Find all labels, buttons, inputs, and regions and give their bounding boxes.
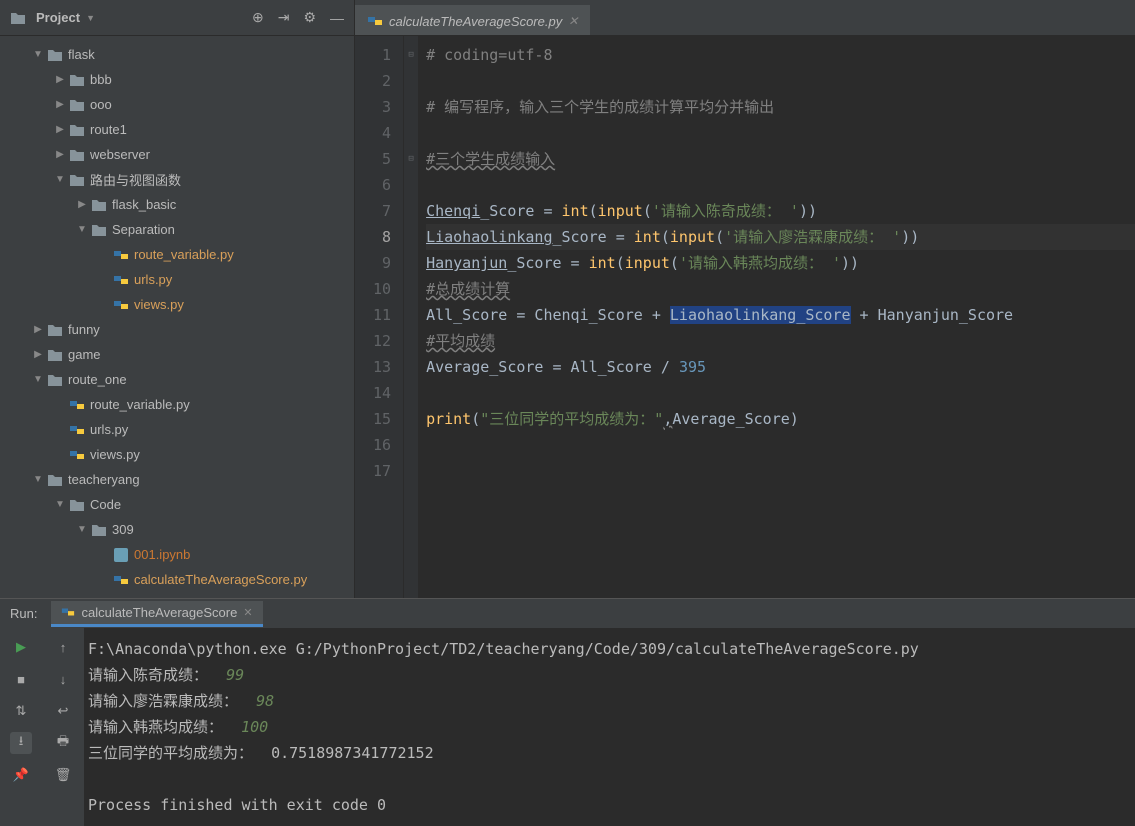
tree-folder[interactable]: ▼teacheryang: [0, 467, 354, 492]
editor-tabbar: calculateTheAverageScore.py ✕: [355, 0, 1135, 36]
minimize-icon[interactable]: —: [330, 10, 344, 26]
tree-folder[interactable]: ▶bbb: [0, 67, 354, 92]
run-tab[interactable]: calculateTheAverageScore ✕: [51, 601, 262, 627]
tree-folder[interactable]: ▶route1: [0, 117, 354, 142]
run-label: Run:: [10, 606, 37, 621]
print-icon[interactable]: 🖶: [52, 732, 74, 754]
tree-file[interactable]: urls.py: [0, 267, 354, 292]
tree-folder[interactable]: ▼Code: [0, 492, 354, 517]
layout-icon[interactable]: ⇅: [10, 700, 32, 722]
tree-file[interactable]: views.py: [0, 292, 354, 317]
python-icon: [367, 13, 383, 29]
locate-icon[interactable]: ⊕: [252, 9, 264, 26]
down-icon[interactable]: ↓: [52, 668, 74, 690]
tree-folder[interactable]: ▶flask_basic: [0, 192, 354, 217]
tree-folder[interactable]: ▼Separation: [0, 217, 354, 242]
python-icon: [61, 605, 75, 619]
trash-icon[interactable]: 🗑: [52, 764, 74, 786]
fold-column: ⊟⊟: [404, 36, 418, 598]
code-body[interactable]: # coding=utf-8 # 编写程序，输入三个学生的成绩计算平均分并输出 …: [418, 36, 1135, 598]
run-tab-label: calculateTheAverageScore: [81, 605, 237, 620]
tree-file[interactable]: views.py: [0, 442, 354, 467]
tree-file[interactable]: calculateTheAverageScore.py: [0, 567, 354, 592]
gear-icon[interactable]: ⚙: [303, 9, 316, 26]
console-output[interactable]: F:\Anaconda\python.exe G:/PythonProject/…: [84, 628, 1135, 826]
wrap-icon[interactable]: ↩: [52, 700, 74, 722]
close-icon[interactable]: ✕: [243, 606, 252, 619]
tree-file[interactable]: 001.ipynb: [0, 542, 354, 567]
expand-icon[interactable]: ⇥: [278, 9, 290, 26]
project-label[interactable]: Project: [36, 10, 80, 25]
gutter: 1234567891011121314151617: [355, 36, 404, 598]
run-panel: Run: calculateTheAverageScore ✕ ▶ ■ ⇅ ⭳ …: [0, 598, 1135, 826]
project-header: Project ▼ ⊕ ⇥ ⚙ —: [0, 0, 354, 36]
project-tree[interactable]: ▼flask ▶bbb ▶ooo ▶route1 ▶webserver ▼路由与…: [0, 36, 354, 598]
up-icon[interactable]: ↑: [52, 636, 74, 658]
tree-folder[interactable]: ▶funny: [0, 317, 354, 342]
tree-folder[interactable]: ▼flask: [0, 42, 354, 67]
chevron-down-icon[interactable]: ▼: [86, 13, 95, 23]
code-editor[interactable]: 1234567891011121314151617 ⊟⊟ # coding=ut…: [355, 36, 1135, 598]
tree-folder[interactable]: ▼路由与视图函数: [0, 167, 354, 192]
close-icon[interactable]: ✕: [568, 14, 578, 28]
pin-icon[interactable]: 📌: [10, 764, 32, 786]
rerun-icon[interactable]: ▶: [10, 636, 32, 658]
tree-file[interactable]: route_variable.py: [0, 392, 354, 417]
tree-folder[interactable]: ▶game: [0, 342, 354, 367]
tree-folder[interactable]: ▶ooo: [0, 92, 354, 117]
tree-file[interactable]: urls.py: [0, 417, 354, 442]
tab-label: calculateTheAverageScore.py: [389, 14, 562, 29]
tree-file[interactable]: route_variable.py: [0, 242, 354, 267]
tree-folder[interactable]: ▼309: [0, 517, 354, 542]
run-toolbar-left: ▶ ■ ⇅ ⭳ 📌: [0, 628, 42, 826]
project-icon: [10, 11, 26, 25]
editor-tab[interactable]: calculateTheAverageScore.py ✕: [355, 5, 590, 35]
tree-folder[interactable]: ▶webserver: [0, 142, 354, 167]
run-header: Run: calculateTheAverageScore ✕: [0, 599, 1135, 628]
tree-folder[interactable]: ▼route_one: [0, 367, 354, 392]
stop-icon[interactable]: ■: [10, 668, 32, 690]
scroll-icon[interactable]: ⭳: [10, 732, 32, 754]
run-toolbar-left2: ↑ ↓ ↩ 🖶 🗑: [42, 628, 84, 826]
editor-pane: calculateTheAverageScore.py ✕ 1234567891…: [355, 0, 1135, 598]
project-sidebar: Project ▼ ⊕ ⇥ ⚙ — ▼flask ▶bbb ▶ooo ▶rout…: [0, 0, 355, 598]
